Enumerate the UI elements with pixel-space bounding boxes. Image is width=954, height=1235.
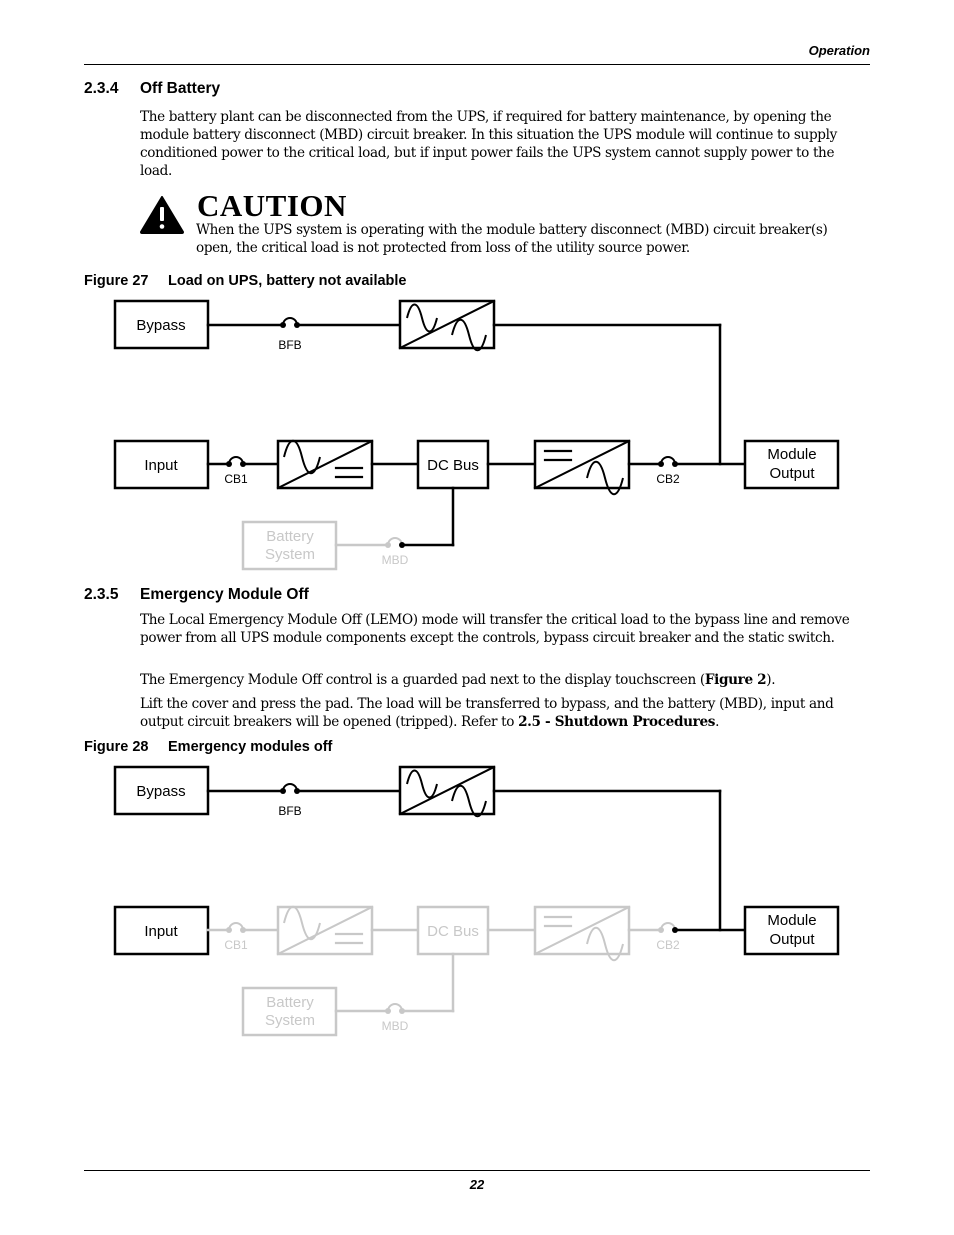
module-output-label-2: Output [769, 931, 815, 948]
cb2-breaker-terminal-left [658, 927, 664, 933]
input-label: Input [144, 923, 178, 940]
cb2-label: CB2 [656, 938, 680, 952]
battery-label-2: System [265, 1012, 315, 1029]
battery-label-1: Battery [266, 994, 314, 1011]
diagram-group: Bypass BFB Input CB1 DC Bus CB2 Module Output Ba… [113, 765, 840, 1037]
cb1-breaker-terminal-left [226, 927, 232, 933]
cb1-label: CB1 [224, 938, 248, 952]
mbd-breaker-terminal-left [385, 1008, 391, 1014]
bfb-label: BFB [278, 804, 301, 818]
bfb-breaker-terminal-left [280, 788, 286, 794]
mbd-label: MBD [382, 1019, 409, 1033]
page-number: 22 [469, 1177, 485, 1192]
module-output-label-1: Module [767, 912, 816, 929]
figure-28-diagram: Bypass BFB Input CB1 DC Bus CB2 Module Output Ba… [113, 765, 840, 1037]
dc-bus-label: DC Bus [427, 923, 479, 940]
bypass-label: Bypass [136, 783, 185, 800]
footer-rule [84, 1170, 870, 1171]
